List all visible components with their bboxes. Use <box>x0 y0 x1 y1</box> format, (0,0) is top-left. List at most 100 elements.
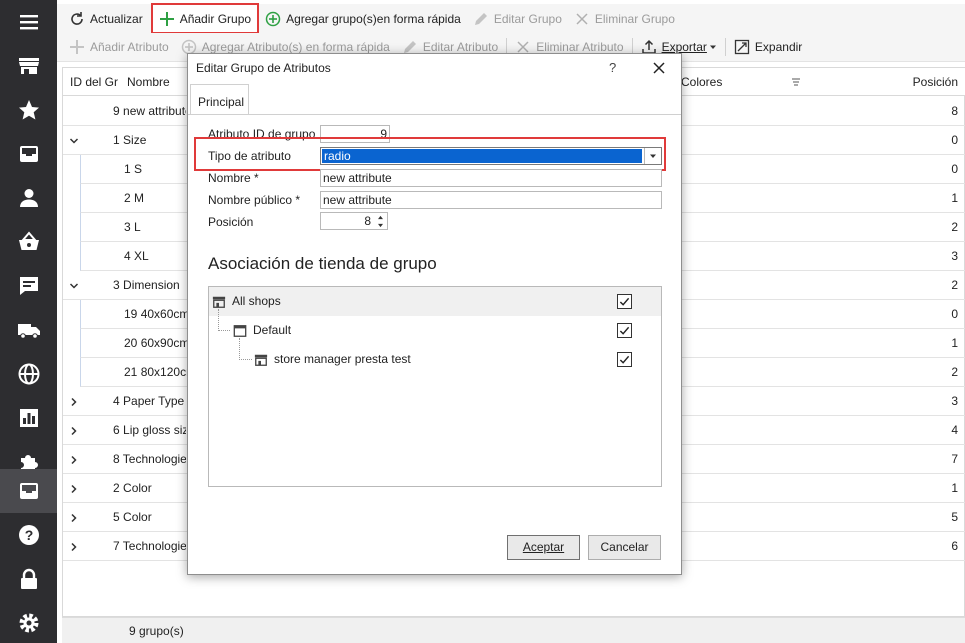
expand-label: Expandir <box>754 40 803 54</box>
truck-icon[interactable] <box>0 308 57 352</box>
row-id: 6 <box>113 423 120 437</box>
expand-button[interactable]: Expandir <box>728 35 808 59</box>
tab-principal[interactable]: Principal <box>190 84 249 115</box>
refresh-button[interactable]: Actualizar <box>63 7 149 31</box>
row-id-name: 7 Technologie <box>113 532 186 561</box>
row-id: 8 <box>113 452 120 466</box>
group-toolbar: Actualizar Añadir Grupo Agregar grupo(s)… <box>57 3 965 34</box>
row-id-name: 8 Technologie <box>113 445 186 474</box>
collapse-icon[interactable] <box>67 126 81 155</box>
row-name: 60x90cm <box>137 336 190 350</box>
tree-label-default: Default <box>253 323 292 337</box>
settings-icon[interactable] <box>0 601 57 643</box>
row-id-name: 9 new attribute <box>113 97 186 126</box>
column-header-position[interactable]: Posición <box>903 68 958 96</box>
add-group-label: Añadir Grupo <box>179 11 252 26</box>
globe-icon[interactable] <box>0 352 57 396</box>
column-header-name[interactable]: Nombre <box>127 68 187 96</box>
column-header-id[interactable]: ID del Gr <box>70 68 120 96</box>
dialog-title: Editar Grupo de Atributos <box>196 61 331 75</box>
star-icon[interactable] <box>0 88 57 132</box>
plus-circle-icon <box>265 11 281 26</box>
cancel-label: Cancelar <box>600 540 649 554</box>
user-icon[interactable] <box>0 176 57 220</box>
checkbox-store[interactable] <box>617 352 632 367</box>
archive-icon[interactable] <box>0 469 57 513</box>
row-id: 1 <box>124 162 131 176</box>
dropdown-button[interactable] <box>644 148 661 164</box>
column-header-colors[interactable]: Colores <box>681 68 761 96</box>
basket-icon[interactable] <box>0 220 57 264</box>
row-position: 2 <box>951 278 958 292</box>
row-id: 19 <box>124 307 138 321</box>
cancel-button[interactable]: Cancelar <box>588 535 661 560</box>
svg-text:?: ? <box>24 527 33 543</box>
message-icon[interactable] <box>0 264 57 308</box>
chart-icon[interactable] <box>0 396 57 440</box>
row-name: Color <box>119 510 152 524</box>
row-id: 20 <box>124 336 138 350</box>
expand-row-icon[interactable] <box>67 532 81 561</box>
position-label: Posición <box>208 215 254 229</box>
inbox-icon[interactable] <box>0 132 57 176</box>
sort-icon <box>792 78 800 86</box>
expand-row-icon[interactable] <box>67 445 81 474</box>
shop-icon <box>233 324 247 337</box>
row-name: Color <box>119 481 152 495</box>
tree-row-all-shops[interactable]: All shops <box>209 287 661 316</box>
row-position: 6 <box>951 539 958 553</box>
checkbox-default[interactable] <box>617 323 632 338</box>
name-field[interactable]: new attribute <box>320 169 662 187</box>
public-name-field[interactable]: new attribute <box>320 191 662 209</box>
row-name: Technologie <box>119 539 186 553</box>
tree-label-store: store manager presta test <box>274 352 411 366</box>
add-attribute-button[interactable]: Añadir Atributo <box>63 35 175 59</box>
check-icon <box>619 326 630 335</box>
close-icon[interactable] <box>651 60 667 76</box>
row-position: 0 <box>951 133 958 147</box>
tree-row-default[interactable]: Default <box>209 316 661 345</box>
check-icon <box>619 297 630 306</box>
menu-icon[interactable] <box>0 0 57 44</box>
tree-row-store[interactable]: store manager presta test <box>209 345 661 374</box>
refresh-icon <box>71 11 83 25</box>
attribute-type-select[interactable]: radio <box>320 147 662 165</box>
tab-divider <box>188 114 681 115</box>
store-icon[interactable] <box>0 44 57 88</box>
row-position: 7 <box>951 452 958 466</box>
check-icon <box>619 355 630 364</box>
add-group-button[interactable]: Añadir Grupo <box>150 3 260 34</box>
row-name: XL <box>130 249 149 263</box>
checkbox-all-shops[interactable] <box>617 294 632 309</box>
delete-group-button[interactable]: Eliminar Grupo <box>568 7 681 31</box>
lock-icon[interactable] <box>0 557 57 601</box>
attribute-type-value: radio <box>322 149 642 163</box>
row-id: 2 <box>124 191 131 205</box>
accept-button[interactable]: Aceptar <box>507 535 580 560</box>
stepper-down-button[interactable] <box>374 221 386 229</box>
row-position: 3 <box>951 249 958 263</box>
expand-row-icon[interactable] <box>67 474 81 503</box>
chevron-down-icon <box>377 223 383 227</box>
shop-group-icon <box>212 296 226 308</box>
help-button[interactable]: ? <box>609 60 616 75</box>
edit-group-button[interactable]: Editar Grupo <box>467 7 568 31</box>
row-position: 4 <box>951 423 958 437</box>
row-id-name: 2 Color <box>113 474 186 503</box>
export-label: Exportar <box>661 40 707 54</box>
chevron-up-icon <box>377 215 383 219</box>
accept-label: Aceptar <box>522 540 565 554</box>
edit-group-label: Editar Grupo <box>493 11 562 26</box>
edit-attribute-group-dialog: Editar Grupo de Atributos ? Principal At… <box>187 53 682 575</box>
position-stepper[interactable]: 8 <box>320 212 388 230</box>
expand-row-icon[interactable] <box>67 416 81 445</box>
store-icon <box>254 354 268 366</box>
help-icon[interactable]: ? <box>0 513 57 557</box>
expand-row-icon[interactable] <box>67 503 81 532</box>
plus-icon <box>70 40 84 54</box>
row-id: 3 <box>113 278 120 292</box>
collapse-icon[interactable] <box>67 271 81 300</box>
stepper-up-button[interactable] <box>374 213 386 221</box>
expand-row-icon[interactable] <box>67 387 81 416</box>
quick-add-group-button[interactable]: Agregar grupo(s)en forma rápida <box>259 7 467 31</box>
